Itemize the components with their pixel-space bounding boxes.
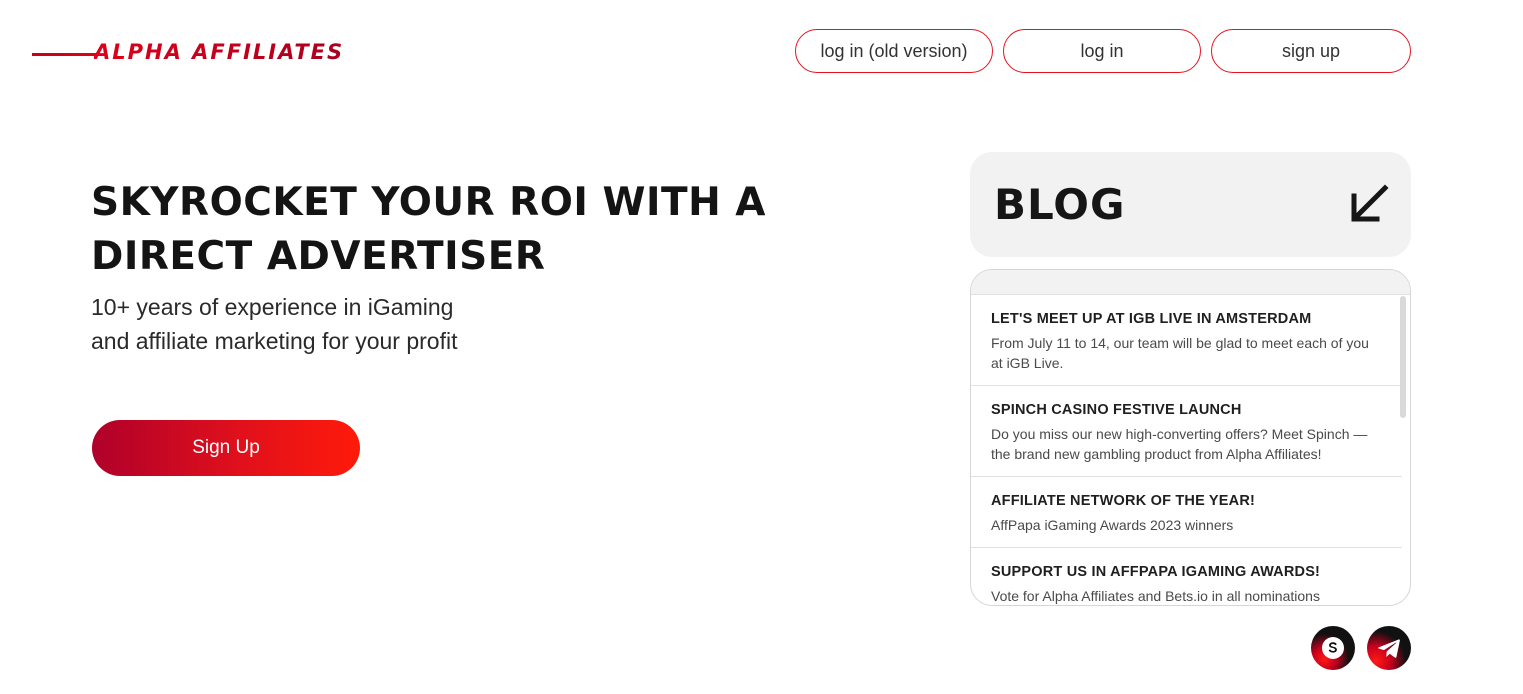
signup-header-button[interactable]: sign up xyxy=(1211,29,1411,73)
logo[interactable]: ALPHA AFFILIATES xyxy=(32,38,344,66)
blog-post-item[interactable]: SUPPORT US IN AFFPAPA IGAMING AWARDS! Vo… xyxy=(971,548,1402,605)
hero-subtitle: 10+ years of experience in iGaming and a… xyxy=(91,290,611,358)
login-button[interactable]: log in xyxy=(1003,29,1201,73)
blog-post-title: AFFILIATE NETWORK OF THE YEAR! xyxy=(991,493,1256,509)
blog-post-item[interactable]: AFFILIATE NETWORK OF THE YEAR! AffPapa i… xyxy=(971,477,1402,548)
blog-title: BLOG xyxy=(994,180,1126,229)
blog-post-item[interactable]: LET'S MEET UP AT IGB LIVE IN AMSTERDAM F… xyxy=(971,295,1402,386)
blog-post-list[interactable]: LET'S MEET UP AT IGB LIVE IN AMSTERDAM F… xyxy=(970,269,1411,606)
arrow-down-left-icon xyxy=(1351,184,1389,222)
blog-scrollbar[interactable] xyxy=(1400,296,1406,596)
logo-text: ALPHA AFFILIATES xyxy=(94,40,345,64)
skype-icon xyxy=(1322,637,1344,659)
blog-scrollbar-thumb[interactable] xyxy=(1400,296,1406,418)
skype-button[interactable] xyxy=(1311,626,1355,670)
blog-post-title: SPINCH CASINO FESTIVE LAUNCH xyxy=(991,402,1242,418)
blog-post-description: AffPapa iGaming Awards 2023 winners xyxy=(991,517,1234,533)
blog-post-description: From July 11 to 14, our team will be gla… xyxy=(991,335,1369,371)
hero-subtitle-line-2: and affiliate marketing for your profit xyxy=(91,328,458,354)
hero-subtitle-line-1: 10+ years of experience in iGaming xyxy=(91,294,454,320)
signup-cta-button[interactable]: Sign Up xyxy=(92,420,360,476)
blog-header[interactable]: BLOG xyxy=(970,152,1411,257)
blog-post-description: Do you miss our new high-converting offe… xyxy=(991,426,1368,462)
hero-title: SKYROCKET YOUR ROI WITH A DIRECT ADVERTI… xyxy=(91,180,766,279)
blog-post-title: LET'S MEET UP AT IGB LIVE IN AMSTERDAM xyxy=(991,311,1312,327)
blog-post-description: Vote for Alpha Affiliates and Bets.io in… xyxy=(991,588,1320,604)
blog-post-item[interactable]: SPINCH CASINO FESTIVE LAUNCH Do you miss… xyxy=(971,386,1402,477)
blog-post-title: SUPPORT US IN AFFPAPA IGAMING AWARDS! xyxy=(991,564,1321,580)
login-old-version-button[interactable]: log in (old version) xyxy=(795,29,993,73)
telegram-button[interactable] xyxy=(1367,626,1411,670)
logo-line-decoration xyxy=(32,52,96,56)
blog-list-top-bar xyxy=(971,270,1410,295)
telegram-icon xyxy=(1378,639,1400,658)
